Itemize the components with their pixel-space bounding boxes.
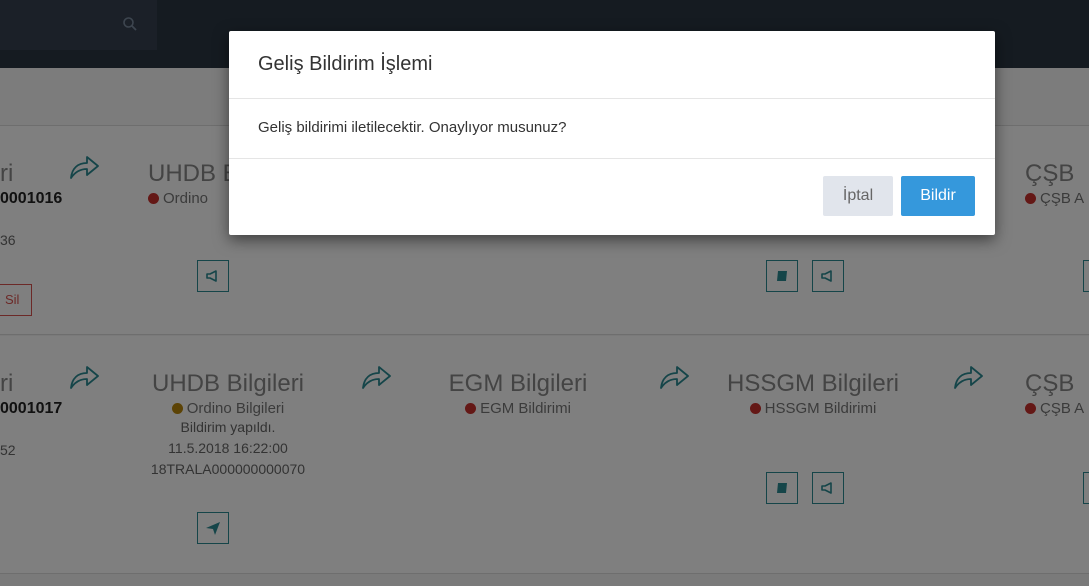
modal-body: Geliş bildirimi iletilecektir. Onaylıyor… (229, 99, 995, 159)
cancel-button[interactable]: İptal (823, 176, 893, 216)
modal-title: Geliş Bildirim İşlemi (258, 53, 433, 75)
modal-message: Geliş bildirimi iletilecektir. Onaylıyor… (258, 119, 567, 136)
confirm-dialog: Geliş Bildirim İşlemi Geliş bildirimi il… (229, 31, 995, 235)
modal-header: Geliş Bildirim İşlemi (229, 31, 995, 99)
modal-footer: İptal Bildir (229, 159, 995, 235)
confirm-button[interactable]: Bildir (901, 176, 975, 216)
